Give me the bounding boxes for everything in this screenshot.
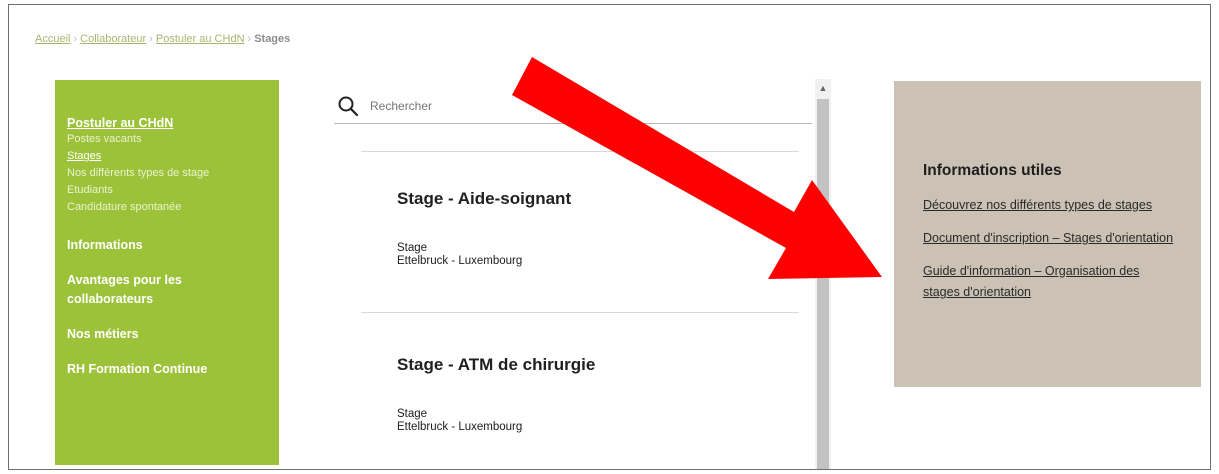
breadcrumb: Accueil › Collaborateur › Postuler au CHdN › S… bbox=[35, 33, 290, 45]
breadcrumb-separator: › bbox=[247, 33, 252, 45]
breadcrumb-current: Stages bbox=[254, 33, 291, 45]
scrollbar[interactable]: ▲ bbox=[815, 79, 831, 469]
job-type: Stage bbox=[397, 408, 428, 420]
search-underline bbox=[334, 123, 812, 124]
job-card[interactable]: Stage - ATM de chirurgie Stage Ettelbruc… bbox=[397, 355, 797, 434]
browser-frame: Accueil › Collaborateur › Postuler au CHdN › S… bbox=[8, 4, 1211, 470]
breadcrumb-separator: › bbox=[73, 33, 78, 45]
sidebar-item-postes-vacants[interactable]: Postes vacants bbox=[67, 131, 267, 148]
breadcrumb-collaborateur[interactable]: Collaborateur bbox=[80, 33, 146, 45]
job-title[interactable]: Stage - Aide-soignant bbox=[397, 189, 797, 209]
breadcrumb-postuler[interactable]: Postuler au CHdN bbox=[156, 33, 245, 45]
breadcrumb-home[interactable]: Accueil bbox=[35, 33, 70, 45]
sidebar-section-postuler[interactable]: Postuler au CHdN bbox=[67, 116, 267, 130]
sidebar: Postuler au CHdN Postes vacants Stages N… bbox=[55, 80, 279, 465]
sidebar-item-avantages[interactable]: Avantages pour les collaborateurs bbox=[67, 271, 217, 309]
job-card[interactable]: Stage - Aide-soignant Stage Ettelbruck -… bbox=[397, 189, 797, 268]
sidebar-item-stages[interactable]: Stages bbox=[67, 148, 267, 165]
scroll-up-arrow-icon[interactable]: ▲ bbox=[815, 81, 831, 95]
sidebar-item-metiers[interactable]: Nos métiers bbox=[67, 325, 267, 344]
breadcrumb-separator: › bbox=[149, 33, 153, 45]
info-panel: Informations utiles Découvrez nos différ… bbox=[894, 81, 1201, 387]
sidebar-item-informations[interactable]: Informations bbox=[67, 236, 267, 255]
search-icon[interactable] bbox=[337, 95, 359, 117]
job-location: Ettelbruck - Luxembourg bbox=[397, 421, 523, 433]
sidebar-item-candidature[interactable]: Candidature spontanée bbox=[67, 199, 267, 216]
sidebar-item-types-de-stage[interactable]: Nos différents types de stage bbox=[67, 165, 267, 182]
scroll-thumb[interactable] bbox=[817, 99, 829, 469]
info-panel-title: Informations utiles bbox=[923, 162, 1062, 179]
job-type: Stage bbox=[397, 242, 428, 254]
search-input[interactable] bbox=[370, 96, 800, 116]
list-divider bbox=[361, 312, 799, 313]
list-divider bbox=[361, 151, 799, 152]
link-document-inscription[interactable]: Document d'inscription – Stages d'orient… bbox=[923, 228, 1179, 249]
job-location: Ettelbruck - Luxembourg bbox=[397, 255, 523, 267]
link-types-de-stages[interactable]: Découvrez nos différents types de stages bbox=[923, 195, 1179, 216]
sidebar-item-etudiants[interactable]: Etudiants bbox=[67, 182, 267, 199]
sidebar-item-rh-formation[interactable]: RH Formation Continue bbox=[67, 360, 267, 379]
job-title[interactable]: Stage - ATM de chirurgie bbox=[397, 355, 797, 375]
link-guide-information[interactable]: Guide d'information – Organisation des s… bbox=[923, 261, 1179, 303]
